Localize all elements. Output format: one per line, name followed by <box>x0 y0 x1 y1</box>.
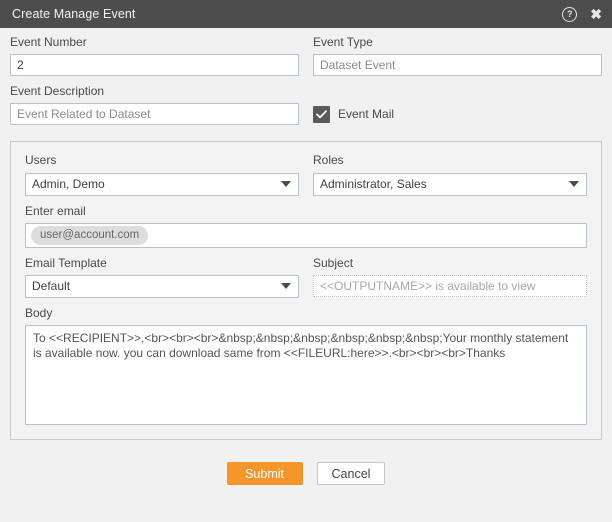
subject-input[interactable]: <<OUTPUTNAME>> is available to view <box>313 274 587 297</box>
event-type-label: Event Type <box>313 35 373 49</box>
row-event-number-type: Event Number 2 Event Type Dataset Event <box>10 35 602 85</box>
field-email-template: Email Template Default <box>25 255 299 298</box>
chevron-down-icon <box>569 181 579 188</box>
dialog-footer: Submit Cancel <box>10 440 602 486</box>
body-label: Body <box>25 305 53 320</box>
enter-email-input[interactable]: user@account.com <box>25 222 587 248</box>
event-type-input[interactable]: Dataset Event <box>313 54 602 77</box>
row-users-roles: Users Admin, Demo Roles Administrator, S… <box>25 154 587 204</box>
check-icon <box>316 110 327 118</box>
field-enter-email: Enter email user@account.com <box>25 203 587 248</box>
event-number-label: Event Number <box>10 35 87 49</box>
dialog-titlebar: Create Manage Event ? ✖ <box>0 0 612 28</box>
create-manage-event-dialog: Create Manage Event ? ✖ Event Number 2 E… <box>0 0 612 522</box>
field-body: Body To <<RECIPIENT>>,<br><br><br>&nbsp;… <box>25 305 587 426</box>
event-description-input[interactable]: Event Related to Dataset <box>10 103 299 126</box>
email-template-label: Email Template <box>25 255 107 270</box>
users-select-value: Admin, Demo <box>32 177 105 192</box>
mail-settings-panel: Users Admin, Demo Roles Administrator, S… <box>10 141 602 441</box>
subject-label: Subject <box>313 255 354 270</box>
event-mail-checkbox[interactable] <box>313 105 330 123</box>
roles-select[interactable]: Administrator, Sales <box>313 172 587 196</box>
body-textarea[interactable]: To <<RECIPIENT>>,<br><br><br>&nbsp;&nbsp… <box>25 325 587 426</box>
field-event-type: Event Type Dataset Event <box>313 35 602 77</box>
email-template-value: Default <box>32 279 71 294</box>
field-users: Users Admin, Demo <box>25 153 299 196</box>
field-event-number: Event Number 2 <box>10 35 299 77</box>
row-template-subject: Email Template Default Subject <<OUTPUTN… <box>25 255 587 307</box>
submit-button[interactable]: Submit <box>226 462 303 486</box>
field-event-mail: Event Mail <box>313 85 602 134</box>
event-mail-checkline: Event Mail <box>313 103 602 125</box>
event-mail-label: Event Mail <box>338 107 395 122</box>
cancel-button[interactable]: Cancel <box>316 462 386 486</box>
event-number-input[interactable]: 2 <box>10 54 299 77</box>
field-roles: Roles Administrator, Sales <box>313 153 587 196</box>
field-subject: Subject <<OUTPUTNAME>> is available to v… <box>313 255 587 298</box>
users-label: Users <box>25 153 57 168</box>
help-button[interactable]: ? <box>562 6 578 22</box>
row-event-description-mail: Event Description Event Related to Datas… <box>10 84 602 134</box>
event-description-label: Event Description <box>10 84 105 99</box>
dialog-content: Event Number 2 Event Type Dataset Event … <box>0 28 612 522</box>
close-icon[interactable]: ✖ <box>590 7 602 21</box>
roles-label: Roles <box>313 153 344 168</box>
enter-email-label: Enter email <box>25 203 86 218</box>
field-event-description: Event Description Event Related to Datas… <box>10 84 299 126</box>
dialog-title: Create Manage Event <box>12 7 136 21</box>
chevron-down-icon <box>281 181 291 188</box>
email-template-select[interactable]: Default <box>25 274 299 298</box>
titlebar-actions: ? ✖ <box>562 6 602 22</box>
help-circle-icon: ? <box>562 6 578 22</box>
roles-select-value: Administrator, Sales <box>320 177 427 192</box>
users-select[interactable]: Admin, Demo <box>25 172 299 196</box>
email-chip[interactable]: user@account.com <box>31 225 149 245</box>
chevron-down-icon <box>281 283 291 290</box>
